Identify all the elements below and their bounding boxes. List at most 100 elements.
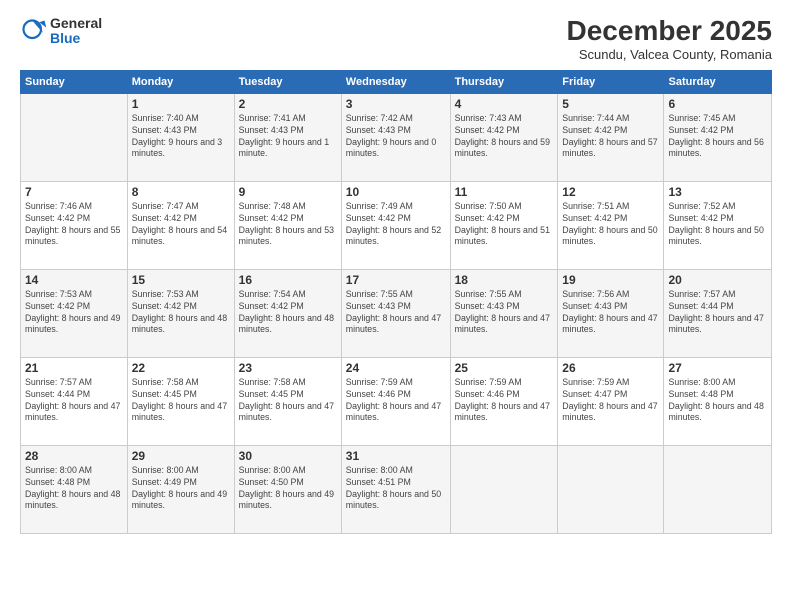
day-info: Sunrise: 7:59 AMSunset: 4:46 PMDaylight:… — [346, 377, 446, 425]
header-wednesday: Wednesday — [341, 70, 450, 93]
day-number: 2 — [239, 97, 337, 111]
month-title: December 2025 — [567, 16, 772, 47]
day-number: 24 — [346, 361, 446, 375]
day-info: Sunrise: 7:50 AMSunset: 4:42 PMDaylight:… — [455, 201, 554, 249]
day-info: Sunrise: 7:52 AMSunset: 4:42 PMDaylight:… — [668, 201, 767, 249]
day-info: Sunrise: 7:57 AMSunset: 4:44 PMDaylight:… — [668, 289, 767, 337]
calendar-cell: 5 Sunrise: 7:44 AMSunset: 4:42 PMDaylight… — [558, 93, 664, 181]
calendar-cell: 27Sunrise: 8:00 AMSunset: 4:48 PMDayligh… — [664, 357, 772, 445]
day-info: Sunrise: 7:54 AMSunset: 4:42 PMDaylight:… — [239, 289, 337, 337]
location-subtitle: Scundu, Valcea County, Romania — [567, 47, 772, 62]
day-info: Sunrise: 8:00 AMSunset: 4:48 PMDaylight:… — [25, 465, 123, 513]
day-info: Sunrise: 8:00 AMSunset: 4:48 PMDaylight:… — [668, 377, 767, 425]
day-number: 6 — [668, 97, 767, 111]
logo-blue-text: Blue — [50, 31, 102, 46]
day-info: Sunrise: 7:53 AMSunset: 4:42 PMDaylight:… — [132, 289, 230, 337]
day-info: Sunrise: 7:56 AMSunset: 4:43 PMDaylight:… — [562, 289, 659, 337]
day-info: Sunrise: 8:00 AMSunset: 4:51 PMDaylight:… — [346, 465, 446, 513]
day-number: 10 — [346, 185, 446, 199]
day-number: 28 — [25, 449, 123, 463]
day-info: Sunrise: 7:41 AMSunset: 4:43 PMDaylight:… — [239, 113, 337, 161]
calendar-cell: 25 Sunrise: 7:59 AMSunset: 4:46 PMDayligh… — [450, 357, 558, 445]
calendar-cell: 13 Sunrise: 7:52 AMSunset: 4:42 PMDayligh… — [664, 181, 772, 269]
calendar-cell: 2 Sunrise: 7:41 AMSunset: 4:43 PMDaylight… — [234, 93, 341, 181]
day-number: 23 — [239, 361, 337, 375]
day-number: 4 — [455, 97, 554, 111]
calendar-cell: 8 Sunrise: 7:47 AMSunset: 4:42 PMDaylight… — [127, 181, 234, 269]
day-number: 29 — [132, 449, 230, 463]
calendar-cell: 31Sunrise: 8:00 AMSunset: 4:51 PMDayligh… — [341, 445, 450, 533]
calendar-cell: 18Sunrise: 7:55 AMSunset: 4:43 PMDayligh… — [450, 269, 558, 357]
calendar-cell: 23 Sunrise: 7:58 AMSunset: 4:45 PMDayligh… — [234, 357, 341, 445]
header: General Blue December 2025 Scundu, Valce… — [20, 16, 772, 62]
calendar-cell: 14 Sunrise: 7:53 AMSunset: 4:42 PMDayligh… — [21, 269, 128, 357]
header-friday: Friday — [558, 70, 664, 93]
days-header-row: Sunday Monday Tuesday Wednesday Thursday… — [21, 70, 772, 93]
day-number: 26 — [562, 361, 659, 375]
calendar-cell: 17Sunrise: 7:55 AMSunset: 4:43 PMDayligh… — [341, 269, 450, 357]
calendar-cell: 15 Sunrise: 7:53 AMSunset: 4:42 PMDayligh… — [127, 269, 234, 357]
day-number: 19 — [562, 273, 659, 287]
week-row-1: 1 Sunrise: 7:40 AMSunset: 4:43 PMDaylight… — [21, 93, 772, 181]
day-number: 30 — [239, 449, 337, 463]
calendar-cell: 7 Sunrise: 7:46 AMSunset: 4:42 PMDaylight… — [21, 181, 128, 269]
day-info: Sunrise: 7:55 AMSunset: 4:43 PMDaylight:… — [455, 289, 554, 337]
calendar-cell: 30 Sunrise: 8:00 AMSunset: 4:50 PMDayligh… — [234, 445, 341, 533]
calendar-cell: 22 Sunrise: 7:58 AMSunset: 4:45 PMDayligh… — [127, 357, 234, 445]
calendar-cell: 16 Sunrise: 7:54 AMSunset: 4:42 PMDayligh… — [234, 269, 341, 357]
day-info: Sunrise: 7:59 AMSunset: 4:46 PMDaylight:… — [455, 377, 554, 425]
day-number: 1 — [132, 97, 230, 111]
day-number: 16 — [239, 273, 337, 287]
day-info: Sunrise: 7:46 AMSunset: 4:42 PMDaylight:… — [25, 201, 123, 249]
header-tuesday: Tuesday — [234, 70, 341, 93]
calendar-cell: 26Sunrise: 7:59 AMSunset: 4:47 PMDayligh… — [558, 357, 664, 445]
day-number: 25 — [455, 361, 554, 375]
calendar-cell: 11 Sunrise: 7:50 AMSunset: 4:42 PMDayligh… — [450, 181, 558, 269]
day-info: Sunrise: 8:00 AMSunset: 4:50 PMDaylight:… — [239, 465, 337, 513]
week-row-2: 7 Sunrise: 7:46 AMSunset: 4:42 PMDaylight… — [21, 181, 772, 269]
header-sunday: Sunday — [21, 70, 128, 93]
day-number: 14 — [25, 273, 123, 287]
calendar-table: Sunday Monday Tuesday Wednesday Thursday… — [20, 70, 772, 534]
day-number: 22 — [132, 361, 230, 375]
day-number: 5 — [562, 97, 659, 111]
day-number: 12 — [562, 185, 659, 199]
header-monday: Monday — [127, 70, 234, 93]
calendar-page: General Blue December 2025 Scundu, Valce… — [0, 0, 792, 612]
day-info: Sunrise: 7:58 AMSunset: 4:45 PMDaylight:… — [132, 377, 230, 425]
day-number: 8 — [132, 185, 230, 199]
day-number: 7 — [25, 185, 123, 199]
calendar-cell: 19 Sunrise: 7:56 AMSunset: 4:43 PMDayligh… — [558, 269, 664, 357]
calendar-cell: 21Sunrise: 7:57 AMSunset: 4:44 PMDayligh… — [21, 357, 128, 445]
calendar-cell: 28 Sunrise: 8:00 AMSunset: 4:48 PMDayligh… — [21, 445, 128, 533]
week-row-5: 28 Sunrise: 8:00 AMSunset: 4:48 PMDayligh… — [21, 445, 772, 533]
day-number: 9 — [239, 185, 337, 199]
day-info: Sunrise: 7:53 AMSunset: 4:42 PMDaylight:… — [25, 289, 123, 337]
day-number: 17 — [346, 273, 446, 287]
calendar-cell — [664, 445, 772, 533]
calendar-cell: 6Sunrise: 7:45 AMSunset: 4:42 PMDaylight… — [664, 93, 772, 181]
day-info: Sunrise: 7:44 AMSunset: 4:42 PMDaylight:… — [562, 113, 659, 161]
calendar-cell: 4 Sunrise: 7:43 AMSunset: 4:42 PMDaylight… — [450, 93, 558, 181]
header-thursday: Thursday — [450, 70, 558, 93]
calendar-cell: 24 Sunrise: 7:59 AMSunset: 4:46 PMDayligh… — [341, 357, 450, 445]
day-info: Sunrise: 8:00 AMSunset: 4:49 PMDaylight:… — [132, 465, 230, 513]
logo-general-text: General — [50, 16, 102, 31]
day-info: Sunrise: 7:40 AMSunset: 4:43 PMDaylight:… — [132, 113, 230, 161]
day-number: 13 — [668, 185, 767, 199]
day-info: Sunrise: 7:49 AMSunset: 4:42 PMDaylight:… — [346, 201, 446, 249]
header-saturday: Saturday — [664, 70, 772, 93]
calendar-cell: 3Sunrise: 7:42 AMSunset: 4:43 PMDaylight… — [341, 93, 450, 181]
day-info: Sunrise: 7:57 AMSunset: 4:44 PMDaylight:… — [25, 377, 123, 425]
logo-icon — [20, 17, 48, 45]
calendar-cell: 9Sunrise: 7:48 AMSunset: 4:42 PMDaylight… — [234, 181, 341, 269]
calendar-cell: 29 Sunrise: 8:00 AMSunset: 4:49 PMDayligh… — [127, 445, 234, 533]
day-number: 11 — [455, 185, 554, 199]
calendar-cell: 10 Sunrise: 7:49 AMSunset: 4:42 PMDayligh… — [341, 181, 450, 269]
day-info: Sunrise: 7:47 AMSunset: 4:42 PMDaylight:… — [132, 201, 230, 249]
calendar-cell — [450, 445, 558, 533]
day-info: Sunrise: 7:58 AMSunset: 4:45 PMDaylight:… — [239, 377, 337, 425]
day-info: Sunrise: 7:43 AMSunset: 4:42 PMDaylight:… — [455, 113, 554, 161]
day-number: 15 — [132, 273, 230, 287]
day-info: Sunrise: 7:51 AMSunset: 4:42 PMDaylight:… — [562, 201, 659, 249]
